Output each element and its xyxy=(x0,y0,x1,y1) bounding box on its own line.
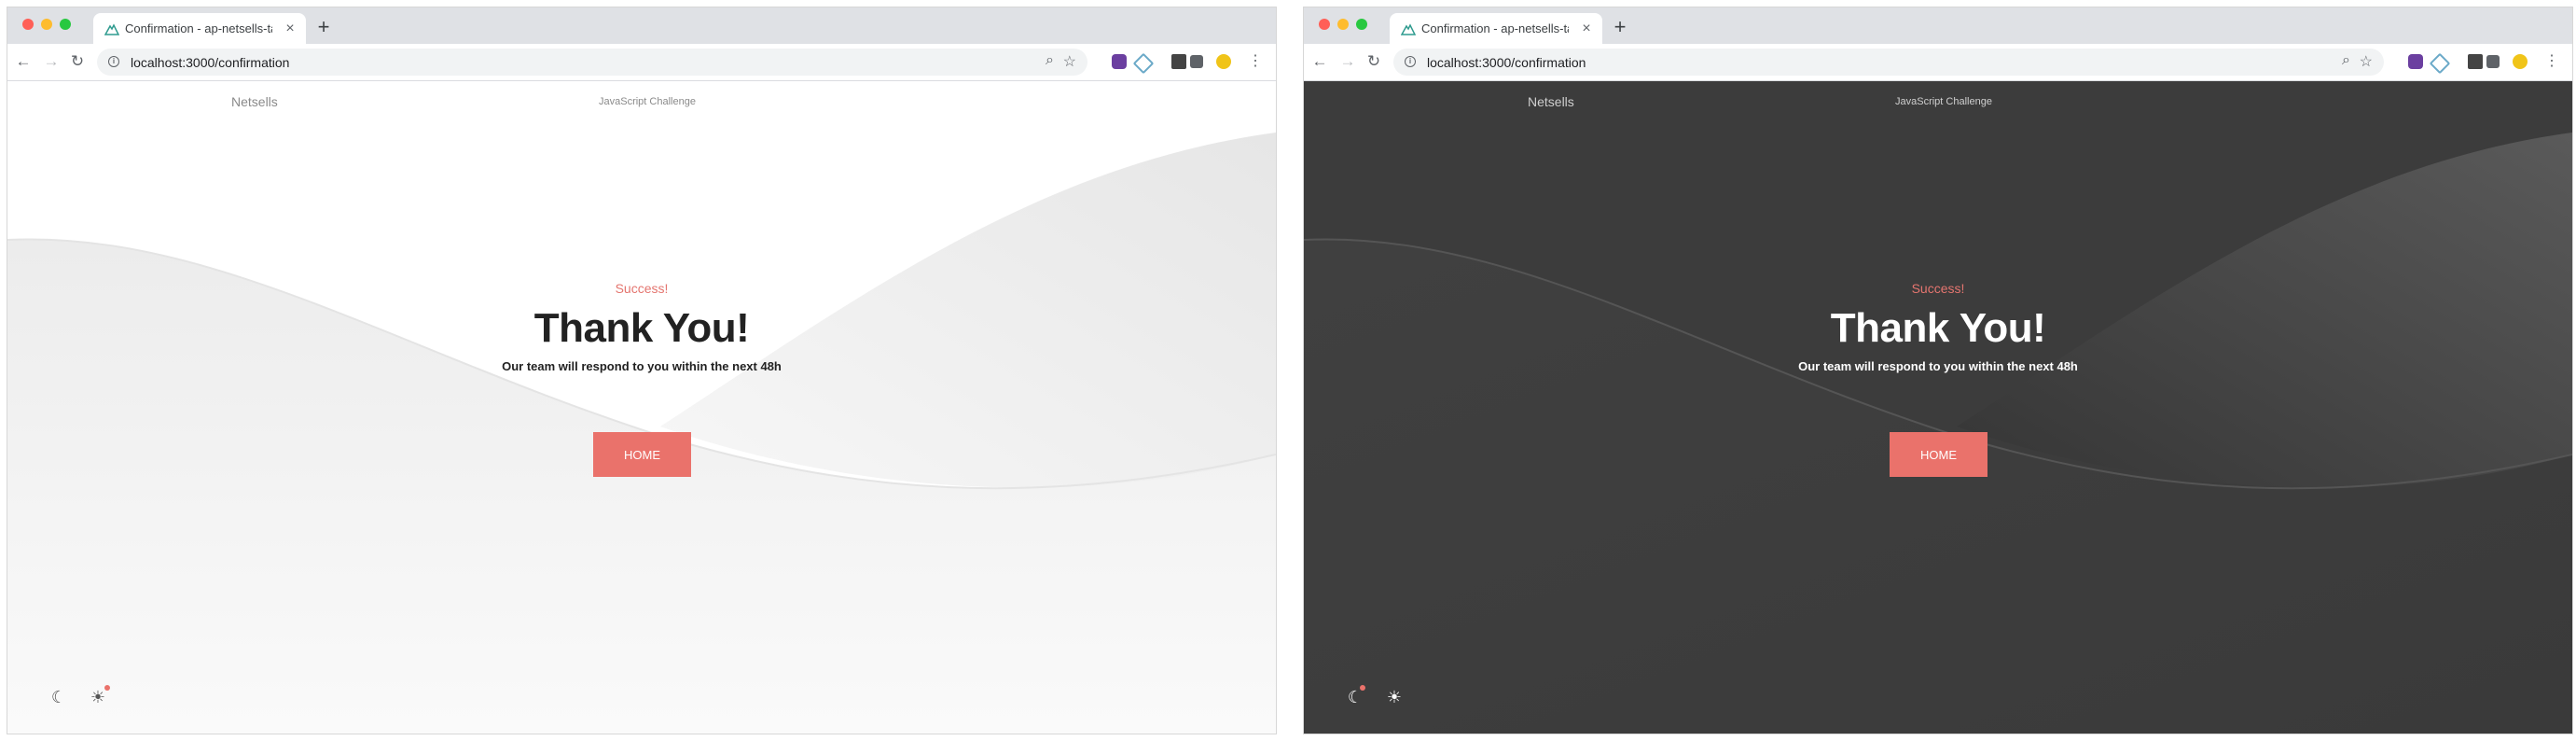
extension-icon[interactable] xyxy=(2468,54,2483,69)
success-label: Success! xyxy=(1911,281,1965,296)
puzzle-extensions-icon[interactable] xyxy=(1190,55,1203,68)
nav-link-javascript-challenge[interactable]: JavaScript Challenge xyxy=(1895,96,1992,107)
forward-arrow-icon[interactable]: → xyxy=(1337,51,1358,72)
browser-toolbar: ← → ↻ i localhost:3000/confirmation ⌕ ☆ … xyxy=(1304,44,2572,81)
tab-title: Confirmation - ap-netsells-task xyxy=(125,21,272,35)
site-brand-link[interactable]: Netsells xyxy=(231,94,278,109)
site-info-icon[interactable]: i xyxy=(1405,56,1416,67)
address-bar[interactable]: i localhost:3000/confirmation ⌕ ☆ xyxy=(1393,49,2384,76)
confirmation-message: Our team will respond to you within the … xyxy=(502,359,782,373)
puzzle-extensions-icon[interactable] xyxy=(2486,55,2500,68)
back-arrow-icon[interactable]: ← xyxy=(1309,51,1330,72)
reload-icon[interactable]: ↻ xyxy=(1364,51,1384,72)
extension-icon[interactable] xyxy=(2408,54,2423,69)
nav-link-javascript-challenge[interactable]: JavaScript Challenge xyxy=(599,96,696,107)
browser-menu-icon[interactable]: ⋮ xyxy=(1248,51,1263,70)
site-brand-link[interactable]: Netsells xyxy=(1528,94,1574,109)
site-info-icon[interactable]: i xyxy=(108,56,119,67)
wave-background xyxy=(7,133,1276,734)
maximize-window-button[interactable] xyxy=(1356,19,1367,30)
browser-toolbar: ← → ↻ i localhost:3000/confirmation ⌕ ☆ … xyxy=(7,44,1276,81)
extension-icon[interactable] xyxy=(1112,54,1127,69)
close-tab-icon[interactable]: × xyxy=(282,21,298,37)
browser-window-light-theme: Confirmation - ap-netsells-task × + ← → … xyxy=(7,7,1276,734)
zoom-icon[interactable]: ⌕ xyxy=(1046,52,1054,69)
back-arrow-icon[interactable]: ← xyxy=(13,51,34,72)
active-theme-indicator xyxy=(104,685,110,691)
close-window-button[interactable] xyxy=(22,19,34,30)
reload-icon[interactable]: ↻ xyxy=(67,51,88,72)
new-tab-button[interactable]: + xyxy=(313,17,334,38)
minimize-window-button[interactable] xyxy=(41,19,52,30)
success-label: Success! xyxy=(615,281,669,296)
browser-tab[interactable]: Confirmation - ap-netsells-task × xyxy=(93,13,306,44)
url-text[interactable]: localhost:3000/confirmation xyxy=(1427,55,1586,70)
tab-title: Confirmation - ap-netsells-task xyxy=(1421,21,1569,35)
tab-strip: Confirmation - ap-netsells-task × + xyxy=(7,7,1276,44)
bookmark-star-icon[interactable]: ☆ xyxy=(2360,52,2373,71)
close-tab-icon[interactable]: × xyxy=(1578,21,1595,37)
home-button[interactable]: HOME xyxy=(593,432,691,477)
sun-icon[interactable]: ☀ xyxy=(1384,687,1405,707)
nuxt-favicon-icon xyxy=(104,23,119,35)
page-title: Thank You! xyxy=(1830,305,2046,351)
profile-avatar-icon[interactable] xyxy=(2513,54,2528,69)
page-viewport: Netsells JavaScript Challenge Success! T… xyxy=(1304,81,2572,734)
address-bar[interactable]: i localhost:3000/confirmation ⌕ ☆ xyxy=(97,49,1087,76)
maximize-window-button[interactable] xyxy=(60,19,71,30)
nuxt-favicon-icon xyxy=(1401,23,1416,35)
page-title: Thank You! xyxy=(533,305,750,351)
profile-avatar-icon[interactable] xyxy=(1216,54,1231,69)
home-button[interactable]: HOME xyxy=(1890,432,1987,477)
browser-tab[interactable]: Confirmation - ap-netsells-task × xyxy=(1390,13,1602,44)
forward-arrow-icon[interactable]: → xyxy=(41,51,62,72)
url-text[interactable]: localhost:3000/confirmation xyxy=(131,55,289,70)
new-tab-button[interactable]: + xyxy=(1610,17,1630,38)
vue-devtools-extension-icon[interactable] xyxy=(1132,52,1155,75)
bookmark-star-icon[interactable]: ☆ xyxy=(1063,52,1076,71)
browser-menu-icon[interactable]: ⋮ xyxy=(2544,51,2559,70)
confirmation-message: Our team will respond to you within the … xyxy=(1798,359,2078,373)
close-window-button[interactable] xyxy=(1319,19,1330,30)
active-theme-indicator xyxy=(1360,685,1365,691)
vue-devtools-extension-icon[interactable] xyxy=(2429,52,2451,75)
page-viewport: Netsells JavaScript Challenge Success! T… xyxy=(7,81,1276,734)
wave-background xyxy=(1304,133,2572,734)
browser-window-dark-theme: Confirmation - ap-netsells-task × + ← → … xyxy=(1304,7,2572,734)
tab-strip: Confirmation - ap-netsells-task × + xyxy=(1304,7,2572,44)
zoom-icon[interactable]: ⌕ xyxy=(2342,52,2350,69)
minimize-window-button[interactable] xyxy=(1337,19,1349,30)
moon-icon[interactable]: ☾ xyxy=(48,687,69,707)
extension-icon[interactable] xyxy=(1171,54,1186,69)
